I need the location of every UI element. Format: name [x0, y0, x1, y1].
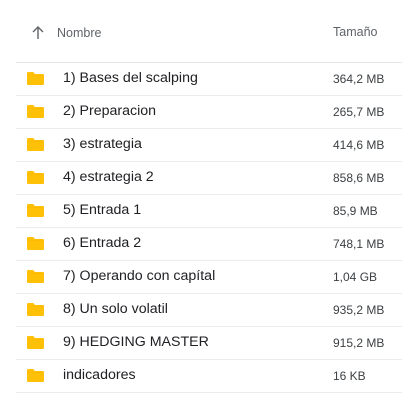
- folder-row[interactable]: 8) Un solo volatil 935,2 MB: [16, 294, 402, 327]
- folder-row[interactable]: 5) Entrada 1 85,9 MB: [16, 195, 402, 228]
- folder-name: 6) Entrada 2: [63, 235, 142, 251]
- folder-name: 7) Operando con capítal: [63, 268, 216, 284]
- folder-size: 748,1 MB: [333, 236, 385, 251]
- folder-list: 1) Bases del scalping 364,2 MB 2) Prepar…: [16, 63, 402, 393]
- folder-size: 1,04 GB: [333, 269, 378, 284]
- folder-size: 265,7 MB: [333, 104, 385, 119]
- folder-row[interactable]: 2) Preparacion 265,7 MB: [16, 96, 402, 129]
- folder-row[interactable]: 4) estrategia 2 858,6 MB: [16, 162, 402, 195]
- folder-icon: [27, 237, 44, 250]
- folder-icon: [27, 138, 44, 151]
- folder-name: 4) estrategia 2: [63, 169, 154, 185]
- folder-size: 16 KB: [333, 368, 366, 383]
- folder-icon: [27, 72, 44, 85]
- folder-row[interactable]: 3) estrategia 414,6 MB: [16, 129, 402, 162]
- folder-row[interactable]: 7) Operando con capítal 1,04 GB: [16, 261, 402, 294]
- folder-size: 85,9 MB: [333, 203, 378, 218]
- folder-row[interactable]: 6) Entrada 2 748,1 MB: [16, 228, 402, 261]
- folder-icon: [27, 336, 44, 349]
- folder-size: 364,2 MB: [333, 71, 385, 86]
- folder-name: 3) estrategia: [63, 136, 142, 152]
- column-header-row: Nombre Tamaño: [16, 0, 402, 63]
- folder-row[interactable]: 9) HEDGING MASTER 915,2 MB: [16, 327, 402, 360]
- file-list: Nombre Tamaño 1) Bases del scalping 364,…: [16, 0, 402, 393]
- arrow-up-icon[interactable]: [31, 25, 45, 41]
- folder-icon: [27, 105, 44, 118]
- folder-size: 935,2 MB: [333, 302, 385, 317]
- folder-icon: [27, 204, 44, 217]
- folder-name: 9) HEDGING MASTER: [63, 334, 209, 350]
- folder-icon: [27, 303, 44, 316]
- folder-name: 2) Preparacion: [63, 103, 157, 119]
- folder-icon: [27, 270, 44, 283]
- folder-name: 1) Bases del scalping: [63, 70, 198, 86]
- folder-size: 858,6 MB: [333, 170, 385, 185]
- column-header-name[interactable]: Nombre: [57, 26, 101, 40]
- folder-icon: [27, 171, 44, 184]
- folder-name: 8) Un solo volatil: [63, 301, 168, 317]
- folder-row[interactable]: 1) Bases del scalping 364,2 MB: [16, 63, 402, 96]
- folder-row[interactable]: indicadores 16 KB: [16, 360, 402, 393]
- folder-size: 915,2 MB: [333, 335, 385, 350]
- folder-name: 5) Entrada 1: [63, 202, 142, 218]
- folder-size: 414,6 MB: [333, 137, 385, 152]
- column-header-size[interactable]: Tamaño: [333, 25, 377, 39]
- folder-name: indicadores: [63, 367, 136, 383]
- folder-icon: [27, 369, 44, 382]
